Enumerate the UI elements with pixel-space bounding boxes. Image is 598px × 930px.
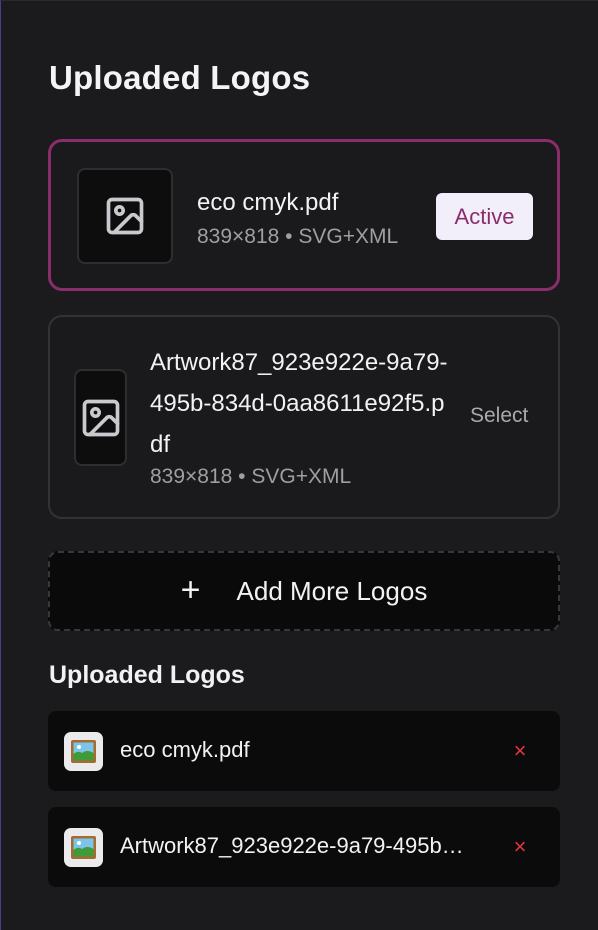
image-icon <box>106 197 144 235</box>
logo-meta: 839×818 • SVG+XML <box>150 465 352 488</box>
list-item-filename: Artwork87_923e922e-9a79-495b… <box>120 833 464 858</box>
picture-icon <box>64 828 103 867</box>
image-icon <box>82 399 119 436</box>
list-item: Artwork87_923e922e-9a79-495b… × <box>48 807 560 887</box>
list-item-filename: eco cmyk.pdf <box>120 737 250 762</box>
page-title: Uploaded Logos <box>49 59 311 96</box>
logo-filename-text: Artwork87_923e922e-9a79-495b-834d-0aa861… <box>150 349 448 458</box>
remove-button[interactable]: × <box>510 739 530 763</box>
list-item: eco cmyk.pdf × <box>48 711 560 791</box>
remove-button[interactable]: × <box>510 835 530 859</box>
logo-card[interactable]: Artwork87_923e922e-9a79-495b-834d-0aa861… <box>48 315 560 519</box>
select-button[interactable]: Select <box>470 404 528 428</box>
logo-panel: Uploaded Logos eco cmyk.pdf 839×818 • SV… <box>0 0 598 930</box>
active-badge: Active <box>436 193 533 240</box>
logo-card-active[interactable]: eco cmyk.pdf 839×818 • SVG+XML Active <box>48 139 560 291</box>
logo-thumbnail <box>74 369 127 466</box>
logo-meta: 839×818 • SVG+XML <box>197 225 399 248</box>
picture-icon <box>64 732 103 771</box>
add-more-logos-button[interactable]: + Add More Logos <box>48 551 560 631</box>
add-more-logos-label: Add More Logos <box>236 575 428 606</box>
logo-thumbnail <box>77 168 173 264</box>
logo-filename: eco cmyk.pdf <box>197 189 339 216</box>
logo-filename: Artwork87_923e922e-9a79-495b-834d-0aa861… <box>150 342 450 465</box>
uploaded-list-title: Uploaded Logos <box>49 661 245 689</box>
plus-icon: + <box>180 571 201 609</box>
